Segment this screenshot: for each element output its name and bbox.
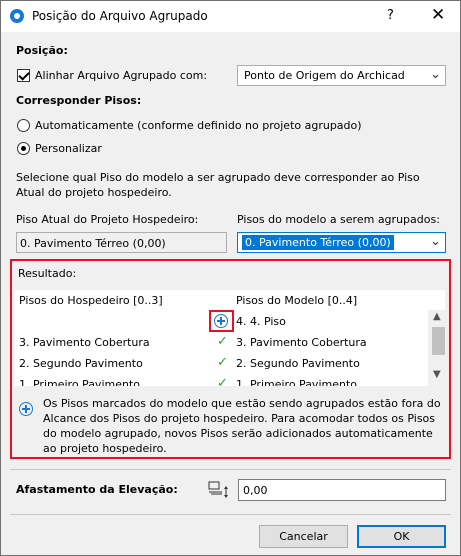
- divider: [10, 469, 451, 470]
- add-floor-icon: [214, 314, 228, 328]
- align-label: Alinhar Arquivo Agrupado com:: [35, 69, 208, 82]
- position-heading: Posição:: [16, 44, 68, 57]
- elevation-value: 0,00: [243, 484, 268, 497]
- list-item-host[interactable]: 2. Segundo Pavimento: [19, 357, 143, 370]
- elevation-input[interactable]: 0,00: [238, 479, 446, 501]
- floors-heading: Corresponder Pisos:: [16, 94, 142, 107]
- dialog-title: Posição do Arquivo Agrupado: [32, 9, 208, 23]
- host-column-header: Pisos do Hospedeiro [0..3]: [19, 294, 163, 307]
- info-add-icon: [19, 402, 33, 416]
- model-column-header: Pisos do Modelo [0..4]: [236, 294, 358, 307]
- list-item-host[interactable]: 1. Primeiro Pavimento: [19, 378, 140, 386]
- chevron-down-icon: ⌄: [430, 67, 441, 82]
- divider: [10, 514, 451, 515]
- title-bar: Posição do Arquivo Agrupado ? ✕: [1, 1, 460, 32]
- list-item-model[interactable]: 3. Pavimento Cobertura: [236, 336, 367, 349]
- ok-button[interactable]: OK: [357, 525, 446, 548]
- dialog-window: Posição do Arquivo Agrupado ? ✕ Posição:…: [0, 0, 461, 556]
- host-floor-value: 0. Pavimento Térreo (0,00): [20, 237, 166, 250]
- list-item-model[interactable]: 1. Primeiro Pavimento: [236, 378, 357, 386]
- list-item-host[interactable]: 3. Pavimento Cobertura: [19, 336, 150, 349]
- checkmark-icon: ✓: [217, 355, 228, 370]
- scroll-up-icon[interactable]: ▲: [433, 311, 441, 322]
- radio-auto[interactable]: [17, 119, 30, 132]
- instruction-text: Selecione qual Piso do modelo a ser agru…: [16, 171, 420, 199]
- elevation-label: Afastamento da Elevação:: [16, 483, 178, 496]
- help-button[interactable]: ?: [387, 8, 394, 23]
- scrollbar-thumb[interactable]: [432, 327, 445, 355]
- result-heading: Resultado:: [18, 267, 77, 280]
- checkmark-icon: ✓: [217, 376, 228, 386]
- radio-custom[interactable]: [17, 142, 30, 155]
- archicad-app-icon: [10, 9, 24, 23]
- model-floor-select[interactable]: 0. Pavimento Térreo (0,00) ⌄: [237, 232, 446, 253]
- model-floor-value: 0. Pavimento Térreo (0,00): [242, 235, 394, 250]
- host-floor-field: 0. Pavimento Térreo (0,00): [16, 232, 227, 253]
- radio-custom-label: Personalizar: [35, 142, 102, 155]
- list-item-model[interactable]: 4. 4. Piso: [236, 315, 286, 328]
- result-info-text: Os Pisos marcados do modelo que estão se…: [43, 397, 441, 455]
- host-floor-label: Piso Atual do Projeto Hospedeiro:: [16, 213, 199, 226]
- list-item-model[interactable]: 2. Segundo Pavimento: [236, 357, 360, 370]
- chevron-down-icon: ⌄: [430, 234, 441, 249]
- align-checkbox[interactable]: [17, 69, 30, 82]
- align-target-select[interactable]: Ponto de Origem do Archicad ⌄: [237, 65, 446, 86]
- scroll-down-icon[interactable]: ▼: [433, 369, 441, 380]
- align-target-value: Ponto de Origem do Archicad: [244, 69, 405, 82]
- radio-auto-label: Automaticamente (conforme definido no pr…: [35, 119, 362, 132]
- cancel-button[interactable]: Cancelar: [259, 525, 348, 548]
- model-floor-label: Pisos do modelo a serem agrupados:: [237, 213, 440, 226]
- elevation-offset-icon: [208, 481, 228, 498]
- close-button[interactable]: ✕: [431, 5, 445, 25]
- checkmark-icon: ✓: [217, 334, 228, 349]
- list-scrollbar[interactable]: ▲ ▼: [428, 310, 445, 386]
- list-row-clipped: 1. Primeiro Pavimento ✓ 1. Primeiro Pavi…: [15, 373, 428, 386]
